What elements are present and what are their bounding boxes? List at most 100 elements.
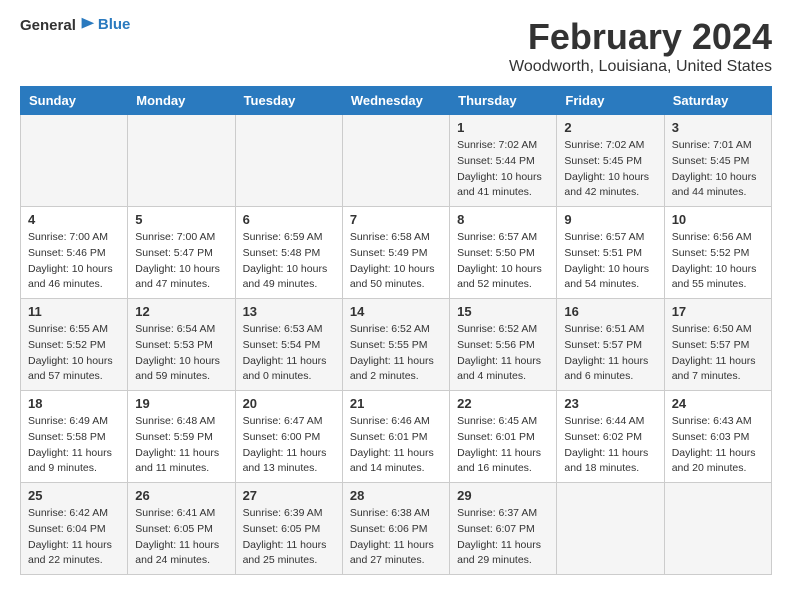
day-number: 24 xyxy=(672,396,764,411)
calendar-body: 1Sunrise: 7:02 AMSunset: 5:44 PMDaylight… xyxy=(21,115,772,575)
calendar-cell: 12 Sunrise: 6:54 AMSunset: 5:53 PMDayligh… xyxy=(128,299,235,391)
calendar-cell: 29 Sunrise: 6:37 AMSunset: 6:07 PMDayligh… xyxy=(450,483,557,575)
calendar-cell: 26Sunrise: 6:41 AMSunset: 6:05 PMDayligh… xyxy=(128,483,235,575)
day-info: Sunrise: 6:52 AMSunset: 5:56 PMDaylight:… xyxy=(457,322,549,385)
day-number: 15 xyxy=(457,304,549,319)
calendar-cell: 18Sunrise: 6:49 AMSunset: 5:58 PMDayligh… xyxy=(21,391,128,483)
calendar-header-saturday: Saturday xyxy=(664,87,771,115)
calendar-header-sunday: Sunday xyxy=(21,87,128,115)
calendar-cell: 4 Sunrise: 7:00 AMSunset: 5:46 PMDaylight… xyxy=(21,207,128,299)
day-info: Sunrise: 6:46 AMSunset: 6:01 PMDaylight:… xyxy=(350,414,442,477)
calendar-cell: 1Sunrise: 7:02 AMSunset: 5:44 PMDaylight… xyxy=(450,115,557,207)
calendar-cell: 28Sunrise: 6:38 AMSunset: 6:06 PMDayligh… xyxy=(342,483,449,575)
calendar-cell: 21 Sunrise: 6:46 AMSunset: 6:01 PMDayligh… xyxy=(342,391,449,483)
day-info: Sunrise: 7:02 AMSunset: 5:45 PMDaylight:… xyxy=(564,138,656,201)
day-number: 2 xyxy=(564,120,656,135)
logo-text-blue: Blue xyxy=(98,16,131,33)
day-number: 20 xyxy=(243,396,335,411)
day-info: Sunrise: 6:58 AMSunset: 5:49 PMDaylight:… xyxy=(350,230,442,293)
calendar-header-monday: Monday xyxy=(128,87,235,115)
day-info: Sunrise: 6:39 AMSunset: 6:05 PMDaylight:… xyxy=(243,506,335,569)
calendar-cell: 11Sunrise: 6:55 AMSunset: 5:52 PMDayligh… xyxy=(21,299,128,391)
calendar-cell: 27 Sunrise: 6:39 AMSunset: 6:05 PMDayligh… xyxy=(235,483,342,575)
main-title: February 2024 xyxy=(509,16,772,58)
day-number: 14 xyxy=(350,304,442,319)
calendar-cell: 13 Sunrise: 6:53 AMSunset: 5:54 PMDayligh… xyxy=(235,299,342,391)
calendar-header-friday: Friday xyxy=(557,87,664,115)
day-number: 19 xyxy=(135,396,227,411)
day-info: Sunrise: 6:42 AMSunset: 6:04 PMDaylight:… xyxy=(28,506,120,569)
calendar-cell: 6 Sunrise: 6:59 AMSunset: 5:48 PMDaylight… xyxy=(235,207,342,299)
day-info: Sunrise: 6:59 AMSunset: 5:48 PMDaylight:… xyxy=(243,230,335,293)
day-number: 27 xyxy=(243,488,335,503)
day-number: 17 xyxy=(672,304,764,319)
day-number: 23 xyxy=(564,396,656,411)
calendar-cell xyxy=(664,483,771,575)
day-number: 28 xyxy=(350,488,442,503)
day-number: 8 xyxy=(457,212,549,227)
day-info: Sunrise: 6:50 AMSunset: 5:57 PMDaylight:… xyxy=(672,322,764,385)
calendar-cell: 8 Sunrise: 6:57 AMSunset: 5:50 PMDaylight… xyxy=(450,207,557,299)
day-info: Sunrise: 7:00 AMSunset: 5:46 PMDaylight:… xyxy=(28,230,120,293)
day-number: 7 xyxy=(350,212,442,227)
day-info: Sunrise: 7:01 AMSunset: 5:45 PMDaylight:… xyxy=(672,138,764,201)
day-info: Sunrise: 6:54 AMSunset: 5:53 PMDaylight:… xyxy=(135,322,227,385)
day-info: Sunrise: 6:57 AMSunset: 5:51 PMDaylight:… xyxy=(564,230,656,293)
day-info: Sunrise: 6:37 AMSunset: 6:07 PMDaylight:… xyxy=(457,506,549,569)
calendar-header-tuesday: Tuesday xyxy=(235,87,342,115)
day-info: Sunrise: 6:45 AMSunset: 6:01 PMDaylight:… xyxy=(457,414,549,477)
day-number: 29 xyxy=(457,488,549,503)
day-info: Sunrise: 6:55 AMSunset: 5:52 PMDaylight:… xyxy=(28,322,120,385)
calendar-cell: 17 Sunrise: 6:50 AMSunset: 5:57 PMDayligh… xyxy=(664,299,771,391)
calendar-cell xyxy=(342,115,449,207)
calendar-header-wednesday: Wednesday xyxy=(342,87,449,115)
calendar-week-row: 4 Sunrise: 7:00 AMSunset: 5:46 PMDaylight… xyxy=(21,207,772,299)
calendar-cell: 20 Sunrise: 6:47 AMSunset: 6:00 PMDayligh… xyxy=(235,391,342,483)
day-info: Sunrise: 7:02 AMSunset: 5:44 PMDaylight:… xyxy=(457,138,549,201)
day-number: 25 xyxy=(28,488,120,503)
day-number: 13 xyxy=(243,304,335,319)
day-number: 9 xyxy=(564,212,656,227)
day-info: Sunrise: 6:41 AMSunset: 6:05 PMDaylight:… xyxy=(135,506,227,569)
calendar-cell: 10Sunrise: 6:56 AMSunset: 5:52 PMDayligh… xyxy=(664,207,771,299)
calendar-cell: 9 Sunrise: 6:57 AMSunset: 5:51 PMDaylight… xyxy=(557,207,664,299)
logo-text-general: General xyxy=(20,17,76,34)
calendar-cell: 22Sunrise: 6:45 AMSunset: 6:01 PMDayligh… xyxy=(450,391,557,483)
day-number: 12 xyxy=(135,304,227,319)
calendar-header-thursday: Thursday xyxy=(450,87,557,115)
day-info: Sunrise: 6:51 AMSunset: 5:57 PMDaylight:… xyxy=(564,322,656,385)
day-number: 6 xyxy=(243,212,335,227)
day-info: Sunrise: 6:48 AMSunset: 5:59 PMDaylight:… xyxy=(135,414,227,477)
title-area: February 2024 Woodworth, Louisiana, Unit… xyxy=(509,16,772,76)
calendar-cell: 16Sunrise: 6:51 AMSunset: 5:57 PMDayligh… xyxy=(557,299,664,391)
day-info: Sunrise: 6:44 AMSunset: 6:02 PMDaylight:… xyxy=(564,414,656,477)
logo-flag-icon xyxy=(78,16,96,34)
day-number: 21 xyxy=(350,396,442,411)
calendar-cell: 7 Sunrise: 6:58 AMSunset: 5:49 PMDaylight… xyxy=(342,207,449,299)
calendar-week-row: 1Sunrise: 7:02 AMSunset: 5:44 PMDaylight… xyxy=(21,115,772,207)
calendar-cell: 23 Sunrise: 6:44 AMSunset: 6:02 PMDayligh… xyxy=(557,391,664,483)
day-info: Sunrise: 6:57 AMSunset: 5:50 PMDaylight:… xyxy=(457,230,549,293)
day-info: Sunrise: 6:47 AMSunset: 6:00 PMDaylight:… xyxy=(243,414,335,477)
calendar-cell xyxy=(128,115,235,207)
subtitle: Woodworth, Louisiana, United States xyxy=(509,58,772,76)
day-number: 3 xyxy=(672,120,764,135)
day-info: Sunrise: 6:53 AMSunset: 5:54 PMDaylight:… xyxy=(243,322,335,385)
calendar-week-row: 11Sunrise: 6:55 AMSunset: 5:52 PMDayligh… xyxy=(21,299,772,391)
calendar-header-row: SundayMondayTuesdayWednesdayThursdayFrid… xyxy=(21,87,772,115)
calendar-cell: 24 Sunrise: 6:43 AMSunset: 6:03 PMDayligh… xyxy=(664,391,771,483)
calendar-cell xyxy=(557,483,664,575)
page-header: General Blue February 2024 Woodworth, Lo… xyxy=(20,16,772,76)
calendar-week-row: 18Sunrise: 6:49 AMSunset: 5:58 PMDayligh… xyxy=(21,391,772,483)
calendar-cell: 19 Sunrise: 6:48 AMSunset: 5:59 PMDayligh… xyxy=(128,391,235,483)
calendar-cell xyxy=(21,115,128,207)
day-number: 4 xyxy=(28,212,120,227)
day-info: Sunrise: 6:52 AMSunset: 5:55 PMDaylight:… xyxy=(350,322,442,385)
calendar-cell xyxy=(235,115,342,207)
logo: General Blue xyxy=(20,16,130,34)
day-number: 10 xyxy=(672,212,764,227)
day-info: Sunrise: 7:00 AMSunset: 5:47 PMDaylight:… xyxy=(135,230,227,293)
day-number: 18 xyxy=(28,396,120,411)
calendar-week-row: 25 Sunrise: 6:42 AMSunset: 6:04 PMDayligh… xyxy=(21,483,772,575)
day-info: Sunrise: 6:43 AMSunset: 6:03 PMDaylight:… xyxy=(672,414,764,477)
